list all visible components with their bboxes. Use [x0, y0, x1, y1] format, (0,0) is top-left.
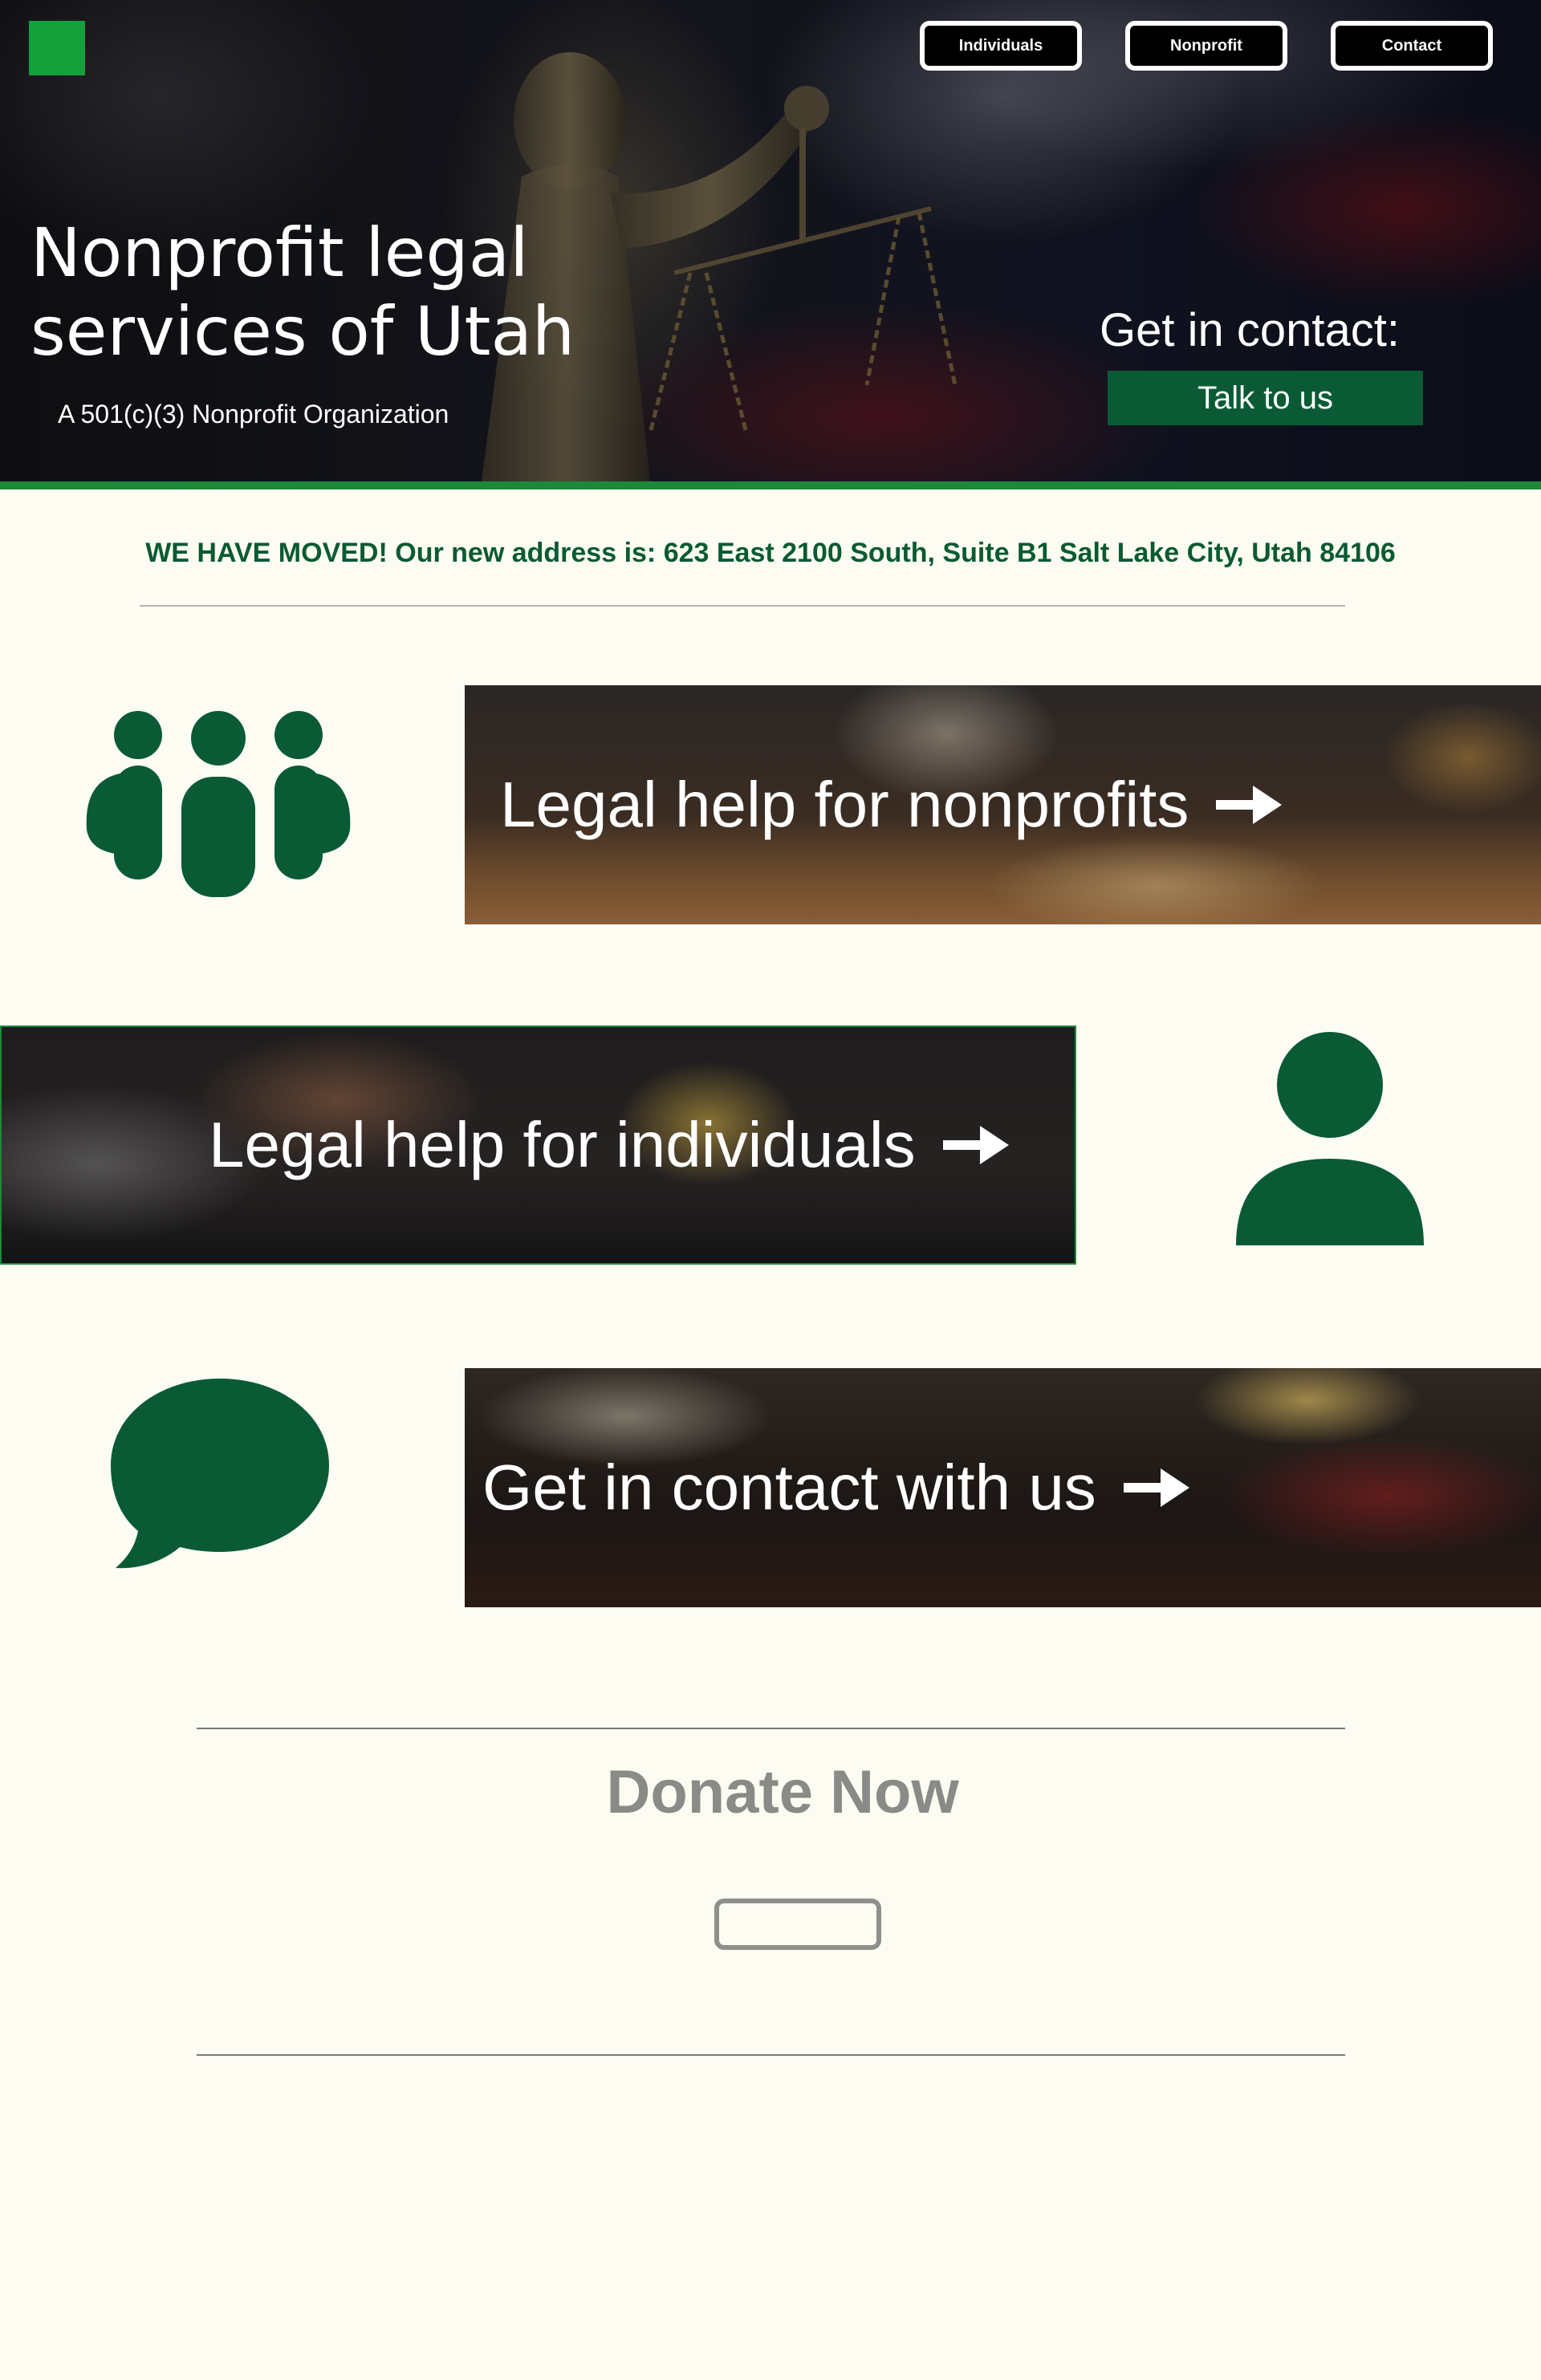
- donate-button[interactable]: [714, 1899, 881, 1950]
- arrow-right-icon: [942, 1126, 1009, 1164]
- contact-us-banner[interactable]: Get in contact with us: [465, 1368, 1541, 1607]
- arrow-right-icon: [1123, 1468, 1189, 1507]
- nav-individuals-button[interactable]: Individuals: [920, 21, 1082, 71]
- hero-divider-bar: [0, 481, 1541, 489]
- arrow-right-icon: [1216, 786, 1283, 824]
- individuals-help-label: Legal help for individuals: [209, 1109, 916, 1180]
- nav-nonprofit-button[interactable]: Nonprofit: [1125, 21, 1287, 71]
- contact-heading: Get in contact:: [1100, 304, 1400, 356]
- contact-us-label: Get in contact with us: [482, 1452, 1096, 1523]
- logo[interactable]: [29, 21, 85, 75]
- nonprofit-help-label: Legal help for nonprofits: [500, 769, 1189, 840]
- nonprofit-help-banner[interactable]: Legal help for nonprofits: [465, 685, 1541, 924]
- page-title: Nonprofit legal services of Utah: [30, 213, 575, 371]
- hero-banner: Individuals Nonprofit Contact Nonprofit …: [0, 0, 1541, 481]
- individuals-help-banner[interactable]: Legal help for individuals: [0, 1026, 1076, 1265]
- notice-divider: [140, 605, 1345, 607]
- group-people-icon: [86, 711, 351, 897]
- donate-bottom-divider: [197, 2054, 1345, 2056]
- talk-to-us-button[interactable]: Talk to us: [1108, 371, 1423, 425]
- donate-top-divider: [197, 1728, 1345, 1729]
- moved-notice: WE HAVE MOVED! Our new address is: 623 E…: [145, 538, 1396, 568]
- speech-bubble-icon: [111, 1379, 329, 1569]
- donate-title: Donate Now: [606, 1758, 959, 1826]
- nav-contact-button[interactable]: Contact: [1331, 21, 1493, 71]
- hero-subtitle: A 501(c)(3) Nonprofit Organization: [58, 400, 449, 428]
- person-icon: [1236, 1032, 1424, 1245]
